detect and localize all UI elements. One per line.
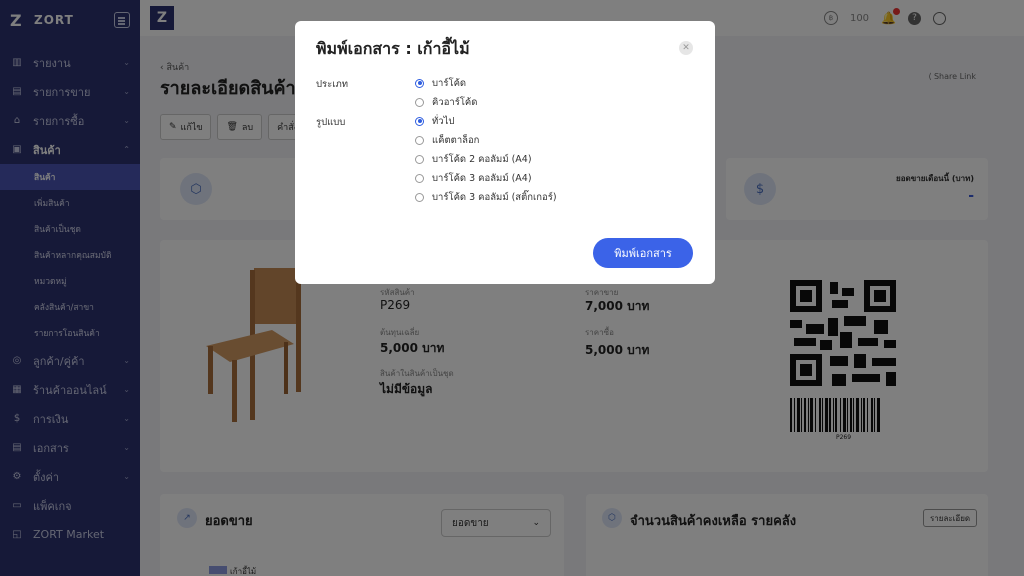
close-icon[interactable]: ✕ [679, 41, 693, 55]
radio-format-barcode-2col[interactable]: บาร์โค้ด 2 คอลัมม์ (A4) [415, 152, 532, 166]
radio-button[interactable] [415, 78, 424, 88]
radio-type-barcode[interactable]: บาร์โค้ด [415, 76, 466, 90]
radio-button[interactable] [415, 116, 424, 126]
type-group-label: ประเภท [316, 79, 349, 90]
radio-button[interactable] [415, 192, 424, 202]
radio-button[interactable] [415, 154, 424, 164]
radio-button[interactable] [415, 173, 424, 183]
radio-button[interactable] [415, 135, 424, 145]
radio-format-barcode-3col[interactable]: บาร์โค้ด 3 คอลัมม์ (A4) [415, 171, 532, 185]
radio-format-general[interactable]: ทั่วไป [415, 114, 454, 128]
format-group-label: รูปแบบ [316, 117, 346, 128]
radio-format-barcode-3col-sticker[interactable]: บาร์โค้ด 3 คอลัมม์ (สติ๊กเกอร์) [415, 190, 557, 204]
print-document-button[interactable]: พิมพ์เอกสาร [593, 238, 693, 268]
print-document-modal: พิมพ์เอกสาร : เก้าอี้ไม้ ✕ ประเภท บาร์โค… [295, 21, 715, 284]
radio-button[interactable] [415, 97, 424, 107]
modal-title: พิมพ์เอกสาร : เก้าอี้ไม้ [316, 39, 470, 58]
radio-type-qrcode[interactable]: คิวอาร์โค้ด [415, 95, 477, 109]
radio-format-catalog[interactable]: แค็ตตาล็อก [415, 133, 479, 147]
